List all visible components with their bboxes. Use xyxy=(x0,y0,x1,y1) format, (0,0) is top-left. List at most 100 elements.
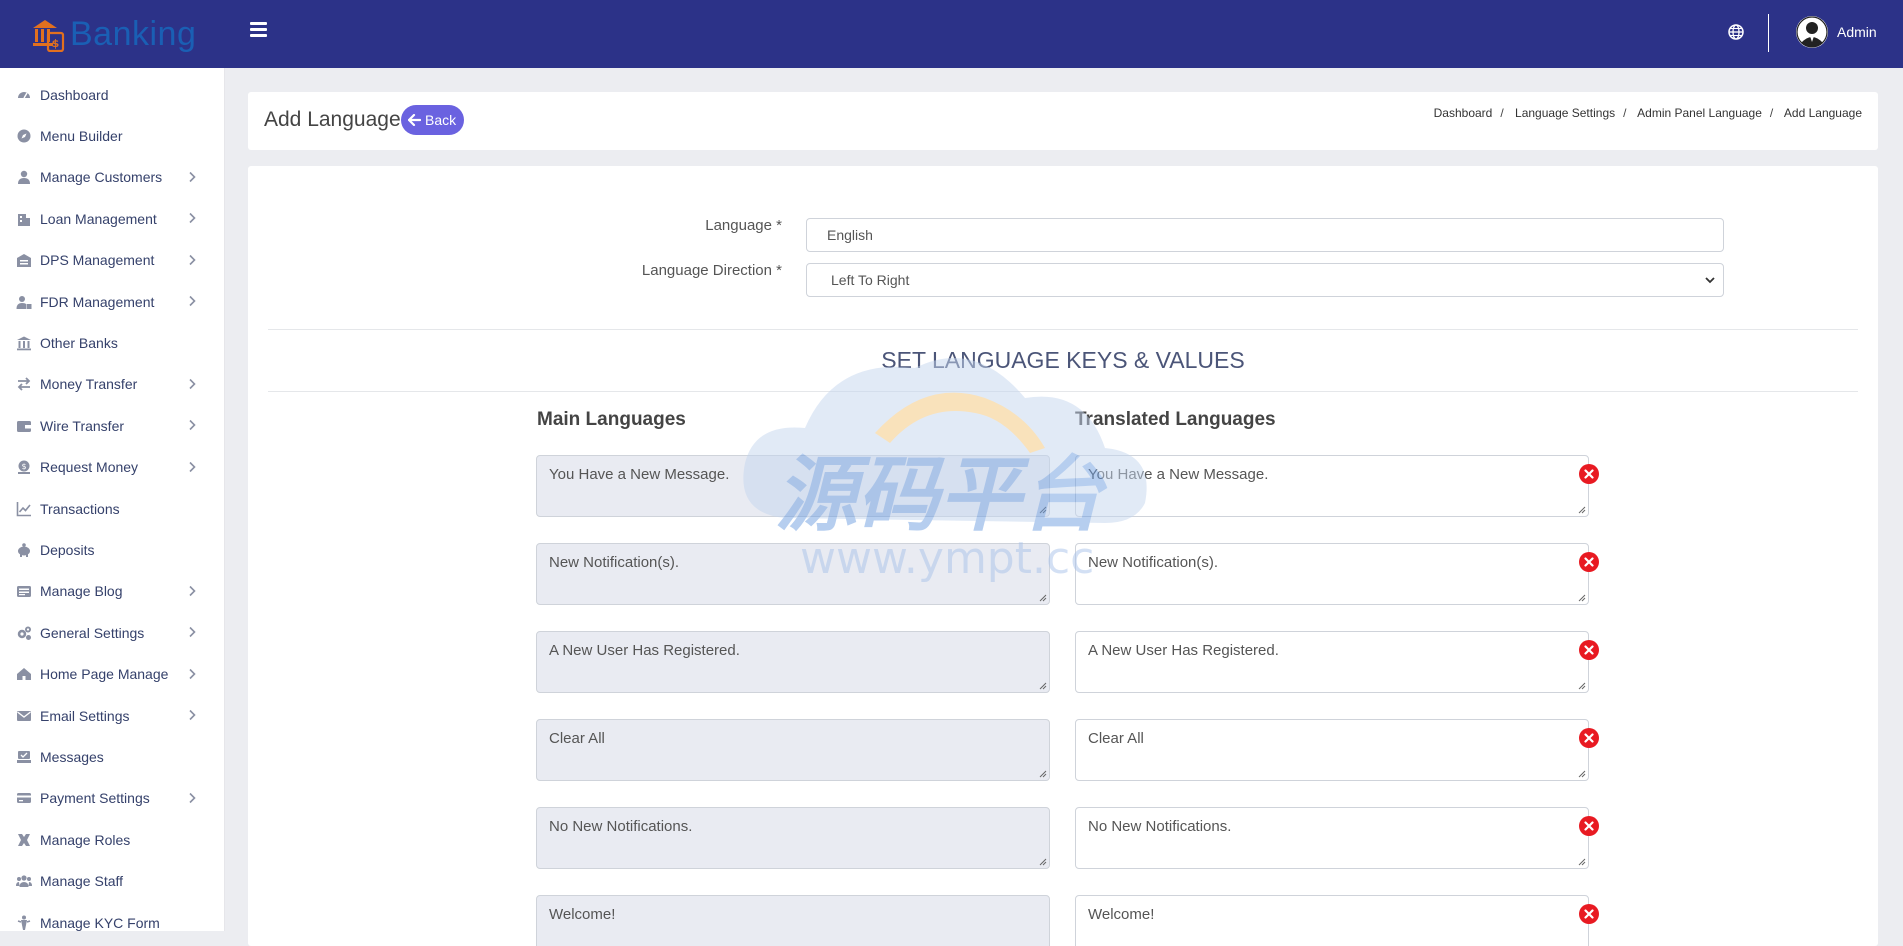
main-language-text: Clear All xyxy=(549,730,605,747)
translated-language-input[interactable]: No New Notifications. xyxy=(1075,807,1589,869)
globe-icon[interactable] xyxy=(1728,24,1744,40)
back-button[interactable]: Back xyxy=(401,105,465,135)
brand-name: Banking xyxy=(70,14,197,53)
sidebar-item-label: Home Page Manage xyxy=(40,666,169,683)
sidebar-item-email-settings[interactable]: Email Settings xyxy=(0,695,224,736)
roles-icon xyxy=(18,833,30,846)
exchange-icon xyxy=(17,377,31,391)
main-language-text: Welcome! xyxy=(549,906,616,923)
remove-row-button[interactable] xyxy=(1579,640,1599,660)
sidebar-item-payment-settings[interactable]: Payment Settings xyxy=(0,778,224,819)
close-icon xyxy=(1584,645,1594,655)
language-input[interactable]: English xyxy=(806,218,1724,252)
remove-row-button[interactable] xyxy=(1579,904,1599,924)
translated-language-text: New Notification(s). xyxy=(1088,554,1219,571)
language-input-value: English xyxy=(827,227,873,243)
resize-grip-icon xyxy=(1039,594,1047,602)
chevron-right-icon xyxy=(189,461,196,472)
sidebar-item-wire-transfer[interactable]: Wire Transfer xyxy=(0,405,224,446)
direction-select-value: Left To Right xyxy=(831,272,910,288)
chevron-right-icon xyxy=(189,792,196,803)
sidebar-item-dashboard[interactable]: Dashboard xyxy=(0,74,224,115)
sidebar-item-label: Dashboard xyxy=(40,86,109,103)
breadcrumb-language-settings[interactable]: Language Settings xyxy=(1515,106,1615,120)
chart-line-icon xyxy=(16,501,31,516)
breadcrumb: Dashboard / Language Settings / Admin Pane… xyxy=(1433,106,1862,120)
chevron-right-icon xyxy=(189,709,196,721)
language-form-card: Language * English Language Direction * … xyxy=(248,166,1878,946)
sidebar-item-request-money[interactable]: $ Request Money xyxy=(0,447,224,488)
top-navbar: $ Banking Admin xyxy=(0,0,1903,68)
sidebar-item-money-transfer[interactable]: Money Transfer xyxy=(0,364,224,405)
sidebar-item-fdr-management[interactable]: FDR Management xyxy=(0,281,224,322)
translated-language-input[interactable]: Welcome! xyxy=(1075,895,1589,946)
main-language-value: You Have a New Message. xyxy=(536,455,1050,517)
envelope-icon xyxy=(17,710,31,721)
resize-grip-icon[interactable] xyxy=(1578,770,1586,778)
bank-icon xyxy=(17,336,31,351)
remove-row-button[interactable] xyxy=(1579,816,1599,836)
resize-grip-icon[interactable] xyxy=(1578,594,1586,602)
users-icon xyxy=(16,875,32,888)
main-language-text: A New User Has Registered. xyxy=(549,642,740,659)
main-language-text: No New Notifications. xyxy=(549,818,693,835)
resize-grip-icon[interactable] xyxy=(1578,682,1586,690)
breadcrumb-dashboard[interactable]: Dashboard xyxy=(1434,106,1493,120)
section-title: SET LANGUAGE KEYS & VALUES xyxy=(881,347,1245,373)
resize-grip-icon[interactable] xyxy=(1578,858,1586,866)
hamburger-icon[interactable] xyxy=(250,22,267,38)
remove-row-button[interactable] xyxy=(1579,728,1599,748)
user-icon xyxy=(18,171,30,185)
sidebar-item-home-page-manage[interactable]: Home Page Manage xyxy=(0,654,224,695)
translated-language-input[interactable]: New Notification(s). xyxy=(1075,543,1589,605)
sidebar-item-manage-kyc-form[interactable]: Manage KYC Form xyxy=(0,902,224,931)
user-menu[interactable]: Admin xyxy=(1796,16,1877,48)
chevron-right-icon xyxy=(189,585,196,596)
sidebar-item-dps-management[interactable]: DPS Management xyxy=(0,240,224,281)
sidebar-item-label: Manage Blog xyxy=(40,583,123,600)
sidebar-item-other-banks[interactable]: Other Banks xyxy=(0,322,224,363)
sidebar-item-manage-staff[interactable]: Manage Staff xyxy=(0,861,224,902)
breadcrumb-current: Add Language xyxy=(1783,106,1862,120)
resize-grip-icon xyxy=(1039,682,1047,690)
sidebar-item-general-settings[interactable]: General Settings xyxy=(0,612,224,653)
sidebar-item-manage-blog[interactable]: Manage Blog xyxy=(0,571,224,612)
brand-logo[interactable]: $ Banking xyxy=(30,14,196,54)
close-icon xyxy=(1584,909,1594,919)
main-language-value: Clear All xyxy=(536,719,1050,781)
sidebar-item-messages[interactable]: Messages xyxy=(0,736,224,777)
translated-language-input[interactable]: You Have a New Message. xyxy=(1075,455,1589,517)
close-icon xyxy=(1584,557,1594,567)
translated-language-text: Welcome! xyxy=(1088,906,1155,923)
chevron-right-icon xyxy=(189,378,196,389)
direction-select[interactable]: Left To Right xyxy=(806,263,1724,297)
breadcrumb-admin-panel-language[interactable]: Admin Panel Language xyxy=(1637,106,1762,120)
resize-grip-icon xyxy=(1039,506,1047,514)
sidebar-item-manage-roles[interactable]: Manage Roles xyxy=(0,819,224,860)
chevron-down-icon xyxy=(1705,277,1715,284)
sidebar-item-label: Manage Customers xyxy=(40,169,163,186)
sidebar-item-label: Email Settings xyxy=(40,707,130,724)
translated-language-input[interactable]: Clear All xyxy=(1075,719,1589,781)
resize-grip-icon[interactable] xyxy=(1578,506,1586,514)
close-icon xyxy=(1584,733,1594,743)
sidebar-item-manage-customers[interactable]: Manage Customers xyxy=(0,157,224,198)
sidebar-item-deposits[interactable]: Deposits xyxy=(0,529,224,570)
close-icon xyxy=(1584,821,1594,831)
remove-row-button[interactable] xyxy=(1579,464,1599,484)
sidebar-item-transactions[interactable]: Transactions xyxy=(0,488,224,529)
translated-language-input[interactable]: A New User Has Registered. xyxy=(1075,631,1589,693)
cogs-icon xyxy=(17,626,31,640)
remove-row-button[interactable] xyxy=(1579,552,1599,572)
credit-card-icon xyxy=(17,793,31,804)
resize-grip-icon xyxy=(1039,858,1047,866)
sidebar-item-label: Loan Management xyxy=(40,210,157,227)
translated-language-text: Clear All xyxy=(1088,730,1144,747)
user-lock-icon xyxy=(16,295,32,309)
sidebar-item-loan-management[interactable]: Loan Management xyxy=(0,198,224,239)
sidebar-item-menu-builder[interactable]: Menu Builder xyxy=(0,115,224,156)
chevron-right-icon xyxy=(189,254,196,265)
sidebar-item-label: Transactions xyxy=(40,500,120,517)
sidebar-item-label: Menu Builder xyxy=(40,127,123,144)
sidebar-item-label: Deposits xyxy=(40,541,95,558)
